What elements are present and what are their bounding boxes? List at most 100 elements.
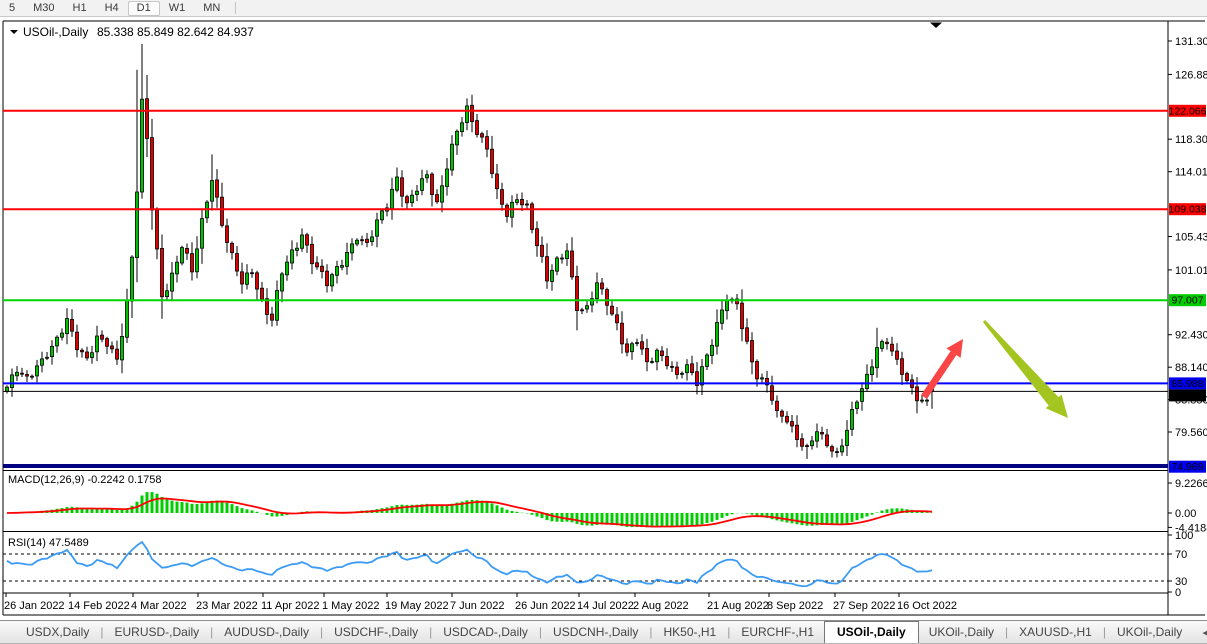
chart-collapse-triangle-icon[interactable] [10,30,18,34]
macd-scale-label: 0.00 [1175,508,1196,520]
candle-up [335,266,339,276]
candle-down [575,275,579,311]
date-label: 14 Jul 2022 [577,600,634,612]
candle-down [270,313,274,321]
chart-title-ohlc: 85.338 85.849 82.642 84.937 [97,25,254,39]
rsi-label: RSI(14) 47.5489 [8,537,89,549]
timeframe-button-w1[interactable]: W1 [160,1,195,16]
price-badge-label: 109.038 [1169,204,1207,216]
candle-up [340,265,344,268]
tab-usdcad-daily[interactable]: USDCAD-,Daily [433,621,538,643]
candle-up [550,269,554,282]
tab-ukoil-daily[interactable]: UKOil-,Daily [919,621,1004,643]
candle-down [480,133,484,138]
tab-scroll-left-icon[interactable]: ◂ [1202,626,1207,639]
tab-xauusd-h1[interactable]: XAUUSD-,H1 [1009,621,1102,643]
timeframe-button-d1[interactable]: D1 [127,0,160,16]
candle-down [625,343,629,353]
macd-label: MACD(12,26,9) -0.2242 0.1758 [8,474,161,486]
rsi-line [6,540,933,588]
date-label: 27 Sep 2022 [833,600,895,612]
chart-area[interactable]: USOil-,Daily 85.338 85.849 82.642 84.937 1… [0,0,1207,620]
date-label: 19 May 2022 [385,600,449,612]
bearish-arrow-shaft[interactable] [982,320,1059,406]
chart-shift-marker-icon[interactable] [930,22,942,29]
candle-down [100,334,104,340]
candle-down [675,366,679,375]
candle-down [80,349,84,353]
candle-up [375,219,379,237]
candle-up [845,429,849,446]
tab-usdx-daily[interactable]: USDX,Daily [16,621,99,643]
candle-up [130,256,134,302]
candle-down [115,348,119,360]
candle-up [60,332,64,338]
candle-down [800,438,804,447]
bullish-arrow-shaft[interactable] [921,351,957,399]
candle-up [870,366,874,375]
candle-up [585,305,589,310]
candle-up [420,178,424,191]
candle-up [370,236,374,242]
symbol-tab-bar: USDX,Daily | EURUSD-,Daily | AUDUSD-,Daily | U… [0,620,1207,644]
candle-down [505,204,509,217]
candle-up [195,248,199,273]
candle-down [900,358,904,375]
candle-down [160,247,164,298]
tab-hk50-h1[interactable]: HK50-,H1 [654,621,727,643]
candle-up [810,440,814,447]
tab-eurusd-daily[interactable]: EURUSD-,Daily [104,621,209,643]
tab-audusd-daily[interactable]: AUDUSD-,Daily [214,621,319,643]
candle-down [780,410,784,417]
candle-up [840,445,844,453]
candle-down [20,372,24,375]
candle-down [315,262,319,268]
tab-eurchf-h1[interactable]: EURCHF-,H1 [731,621,824,643]
candle-down [320,265,324,272]
timeframe-button-5[interactable]: 5 [0,1,24,16]
candle-up [455,130,459,146]
candle-up [720,309,724,324]
price-tick-label: 114.010 [1175,167,1207,179]
candle-up [875,347,879,369]
tab-usdcnh-daily[interactable]: USDCNH-,Daily [543,621,648,643]
candle-up [685,364,689,374]
candle-up [295,247,299,251]
candle-down [405,196,409,204]
price-badge-label: 122.066 [1169,105,1207,117]
candle-up [140,98,144,193]
candle-down [740,302,744,330]
timeframe-button-h4[interactable]: H4 [96,1,128,16]
tab-usoil-daily[interactable]: USOil-,Daily [824,621,919,643]
tab-usdchf-daily[interactable]: USDCHF-,Daily [324,621,428,643]
rsi-scale-label: 70 [1175,549,1187,561]
candle-down [485,136,489,150]
candle-up [725,300,729,312]
candle-down [400,177,404,197]
candle-up [860,388,864,402]
candle-up [175,261,179,275]
candle-up [390,188,394,210]
candle-up [35,365,39,377]
support-line-74969[interactable] [3,464,1168,468]
candle-up [50,345,54,357]
date-label: 2 Aug 2022 [633,600,689,612]
timeframe-button-mn[interactable]: MN [194,1,229,16]
candle-down [640,341,644,350]
candle-down [190,253,194,273]
candle-up [125,299,129,338]
candle-down [645,347,649,363]
tab-ukoil-daily[interactable]: UKOil-,Daily [1107,621,1192,643]
candlestick-series [5,44,934,459]
timeframe-button-h1[interactable]: H1 [64,1,96,16]
timeframe-button-m30[interactable]: M30 [24,1,63,16]
candle-down [755,361,759,380]
candle-up [30,375,34,378]
candle-down [325,270,329,287]
candle-down [670,365,674,368]
candle-up [180,247,184,264]
candle-up [425,174,429,179]
candle-down [85,351,89,359]
price-badge-label: 74.969 [1171,461,1203,473]
candle-down [225,225,229,243]
